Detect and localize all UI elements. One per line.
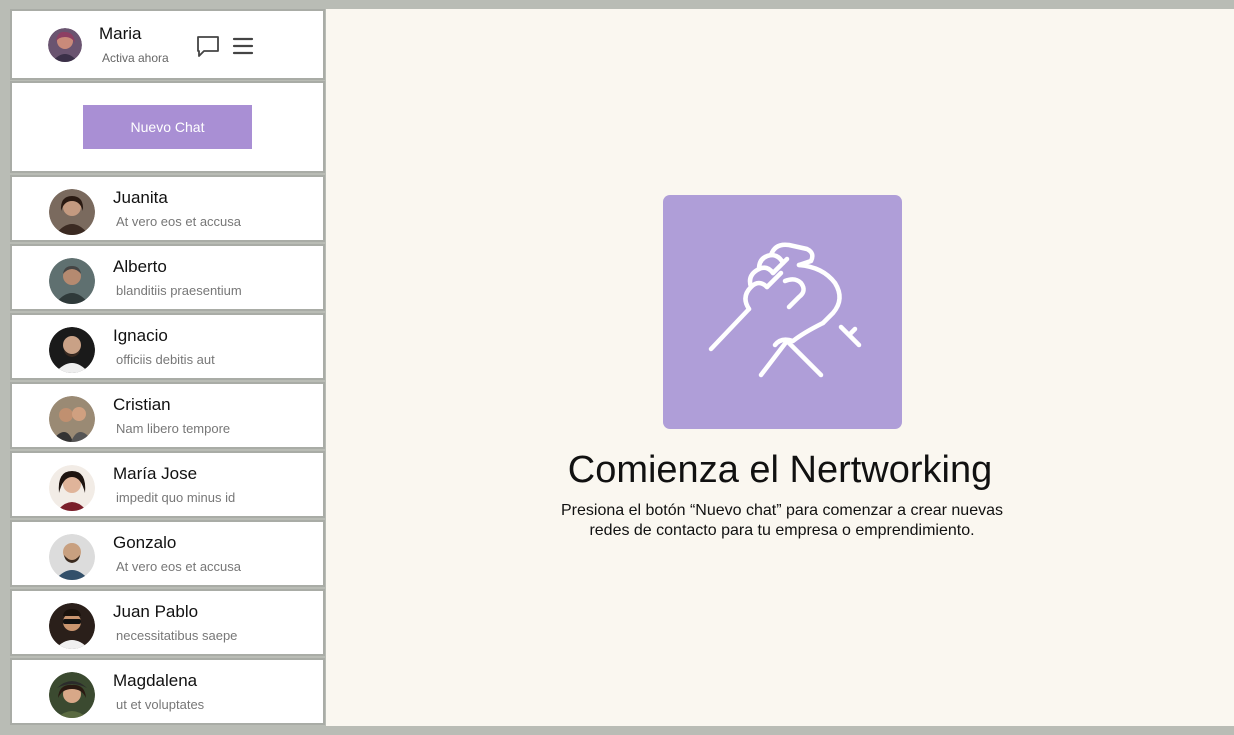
contact-name: Magdalena — [113, 671, 198, 690]
contact-preview: ut et voluptates — [116, 697, 205, 712]
app-window: Maria Activa ahora Nuevo Chat Juanita At… — [10, 9, 1234, 726]
contact-preview: At vero eos et accusa — [116, 214, 242, 229]
contact-item[interactable]: Juan Pablo necessitatibus saepe — [10, 589, 325, 656]
contact-preview: impedit quo minus id — [116, 490, 236, 505]
contact-name: María Jose — [113, 464, 198, 483]
chat-bubble-icon[interactable] — [196, 34, 220, 58]
contact-preview: necessitatibus saepe — [116, 628, 238, 643]
user-name: Maria — [99, 24, 142, 43]
contact-avatar — [49, 189, 95, 235]
contact-name: Ignacio — [113, 326, 168, 345]
contact-avatar — [49, 672, 95, 718]
hero-description-line: Presiona el botón “Nuevo chat” para come… — [560, 502, 1003, 519]
contact-name: Juan Pablo — [113, 602, 199, 621]
handshake-icon — [708, 242, 861, 378]
contact-name: Juanita — [113, 188, 168, 207]
contact-name: Gonzalo — [113, 533, 177, 552]
sidebar: Maria Activa ahora Nuevo Chat Juanita At… — [10, 9, 326, 726]
contact-preview: Nam libero tempore — [116, 421, 231, 436]
new-chat-panel: Nuevo Chat — [10, 81, 325, 173]
contact-name: Cristian — [113, 395, 171, 414]
contact-item[interactable]: Magdalena ut et voluptates — [10, 658, 325, 725]
contact-preview: blanditiis praesentium — [116, 283, 242, 298]
contact-item[interactable]: Juanita At vero eos et accusa — [10, 175, 325, 242]
hero-illustration — [663, 195, 902, 429]
user-status: Activa ahora — [102, 51, 169, 65]
user-avatar[interactable] — [48, 28, 82, 62]
hamburger-menu-icon[interactable] — [232, 36, 254, 56]
contact-avatar — [49, 603, 95, 649]
contact-name: Alberto — [113, 257, 167, 276]
contact-avatar — [49, 465, 95, 511]
contact-avatar — [49, 258, 95, 304]
hero-description: Presiona el botón “Nuevo chat” para come… — [530, 501, 1034, 541]
contact-preview: officiis debitis aut — [116, 352, 215, 367]
contact-item[interactable]: Cristian Nam libero tempore — [10, 382, 325, 449]
contact-preview: At vero eos et accusa — [116, 559, 242, 574]
main-panel: Comienza el Nertworking Presiona el botó… — [326, 9, 1234, 726]
contact-avatar — [49, 534, 95, 580]
contact-item[interactable]: María Jose impedit quo minus id — [10, 451, 325, 518]
contact-avatar — [49, 327, 95, 373]
contact-item[interactable]: Gonzalo At vero eos et accusa — [10, 520, 325, 587]
contact-item[interactable]: Alberto blanditiis praesentium — [10, 244, 325, 311]
profile-header: Maria Activa ahora — [10, 9, 325, 80]
new-chat-button[interactable]: Nuevo Chat — [83, 105, 252, 149]
hero-description-line: redes de contacto para tu empresa o empr… — [589, 522, 975, 539]
contact-avatar — [49, 396, 95, 442]
hero-title: Comienza el Nertworking — [567, 449, 993, 491]
contact-item[interactable]: Ignacio officiis debitis aut — [10, 313, 325, 380]
